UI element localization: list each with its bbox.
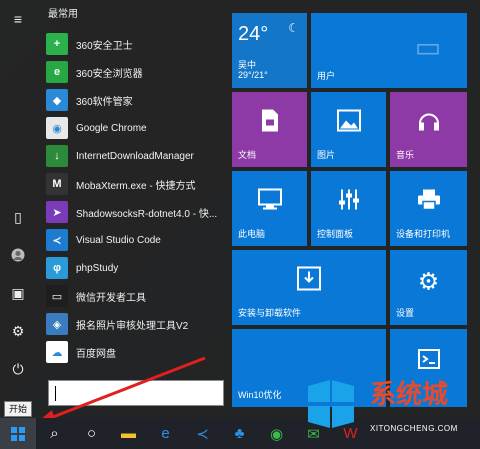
chrome-icon: ◉ [46,117,68,139]
app-label: MobaXterm.exe - 快捷方式 [76,180,196,192]
network-app-icon[interactable]: ♣ [221,418,258,449]
app-list-item[interactable]: ◆ 360软件管家 [40,86,225,114]
wechat-icon[interactable]: ✉ [295,418,332,449]
headphones-icon [417,109,441,138]
control-panel-tile-label: 控制面板 [317,229,354,239]
picture-icon [336,109,361,138]
360-browser-icon: e [46,61,68,83]
power-icon[interactable]: ⏻ [0,350,36,388]
pictures-tile-label: 图片 [317,150,336,160]
tile-grid: 24° ☾ 吴中 29°/21° ▭ 用户 文档 图片 音乐 此电脑 控制面板 … [232,13,472,413]
settings-tile-label: 设置 [396,308,415,318]
app-list-item[interactable]: M MobaXterm.exe - 快捷方式 [40,170,225,198]
music-tile-label: 音乐 [396,150,415,160]
shadowsocks-icon: ➤ [46,201,68,223]
install-box-icon [297,266,321,297]
win10-optimize-tile[interactable]: Win10优化 [232,329,386,407]
user-tile-label: 用户 [317,71,336,81]
weather-range: 29°/21° [238,70,268,80]
wechat-devtools-icon: ▭ [46,285,68,307]
devices-printers-tile-label: 设备和打印机 [396,229,451,239]
task-view-icon[interactable]: ○ [73,418,110,449]
pictures-rail-icon[interactable]: ▣ [0,274,36,312]
windows-pc-icon [257,188,282,217]
user-tile[interactable]: ▭ 用户 [311,13,467,88]
app-label: InternetDownloadManager [76,150,194,162]
vscode-taskbar-icon[interactable]: ≺ [184,418,221,449]
taskbar: ⌕ ○ ▬ e ≺ ♣ ◉ ✉ W [0,418,480,449]
sliders-icon [337,188,361,217]
app-list-item[interactable]: ▭ 微信开发者工具 [40,282,225,310]
app-list-item[interactable]: ≺ Visual Studio Code [40,226,225,254]
edge-icon[interactable]: e [147,418,184,449]
search-icon[interactable]: ⌕ [36,418,73,449]
user-avatar-icon[interactable] [0,236,36,274]
app-label: Visual Studio Code [76,234,161,246]
app-list: 最常用 +360安全卫士 e 360安全浏览器 ◆ 360软件管家 ◉ Google Chr… [40,0,225,418]
start-tooltip: 开始 [4,401,33,417]
app-label: phpStudy [76,262,119,274]
printer-icon [417,188,441,217]
weather-tile[interactable]: 24° ☾ 吴中 29°/21° [232,13,307,88]
app-label: 360安全浏览器 [76,68,143,80]
document-icon [259,108,281,139]
app-list-item[interactable]: φ phpStudy [40,254,225,282]
idm-icon: ↓ [46,145,68,167]
app-list-item[interactable]: e 360安全浏览器 [40,58,225,86]
app-list-item[interactable]: ◈ 报名照片审核处理工具V2 [40,310,225,338]
start-rail: ≡ ▯ ▣ ⚙ ⏻ [0,0,36,418]
app-label: 360软件管家 [76,96,133,108]
documents-tile[interactable]: 文档 [232,92,307,167]
settings-gear-icon[interactable]: ⚙ [0,312,36,350]
app-label: 微信开发者工具 [76,292,146,304]
app-list-item[interactable]: ☁ 百度网盘 [40,338,225,366]
app-list-item[interactable]: ➤ ShadowsocksR-dotnet4.0 - 快... [40,198,225,226]
app-label: 360安全卫士 [76,40,133,52]
app-list-item[interactable]: +360安全卫士 [40,30,225,58]
phpstudy-icon: φ [46,257,68,279]
this-pc-tile-label: 此电脑 [238,229,266,239]
mobaxterm-icon: M [46,173,68,195]
devices-printers-tile[interactable]: 设备和打印机 [390,171,467,246]
app-list-item[interactable]: ◉ Google Chrome [40,114,225,142]
baidu-netdisk-icon: ☁ [46,341,68,363]
pictures-tile[interactable]: 图片 [311,92,386,167]
install-uninstall-tile[interactable]: 安装与卸载软件 [232,250,386,325]
app-label: ShadowsocksR-dotnet4.0 - 快... [76,208,218,220]
weather-temp: 24° [238,23,269,45]
settings-tile[interactable]: ⚙ 设置 [390,250,467,325]
browser-360-icon[interactable]: ◉ [258,418,295,449]
search-input[interactable] [48,380,224,406]
gear-icon: ⚙ [417,268,440,295]
install-uninstall-tile-label: 安装与卸载软件 [238,308,302,318]
vscode-icon: ≺ [46,229,68,251]
win10-optimize-tile-label: Win10优化 [238,390,282,400]
documents-rail-icon[interactable]: ▯ [0,198,36,236]
documents-tile-label: 文档 [238,150,257,160]
360-safe-icon: + [46,33,68,55]
hamburger-menu-icon[interactable]: ≡ [0,0,36,38]
start-menu: ≡ ▯ ▣ ⚙ ⏻ 最常用 +360安全卫士 e 360安全浏览器 ◆ 360软件管家 ◉… [0,0,480,418]
photo-tool-icon: ◈ [46,313,68,335]
terminal-tile[interactable] [390,329,467,407]
app-label: 百度网盘 [76,348,116,360]
wps-icon[interactable]: W [332,418,369,449]
start-button[interactable] [0,418,36,449]
app-label: 报名照片审核处理工具V2 [76,320,189,332]
app-label: Google Chrome [76,122,147,134]
control-panel-tile[interactable]: 控制面板 [311,171,386,246]
moon-icon: ☾ [288,21,299,35]
file-explorer-icon[interactable]: ▬ [110,418,147,449]
app-list-item[interactable]: ↓ InternetDownloadManager [40,142,225,170]
360-software-icon: ◆ [46,89,68,111]
music-tile[interactable]: 音乐 [390,92,467,167]
user-card-icon: ▭ [414,31,442,63]
section-title: 最常用 [48,9,78,20]
terminal-icon [417,348,440,376]
this-pc-tile[interactable]: 此电脑 [232,171,307,246]
